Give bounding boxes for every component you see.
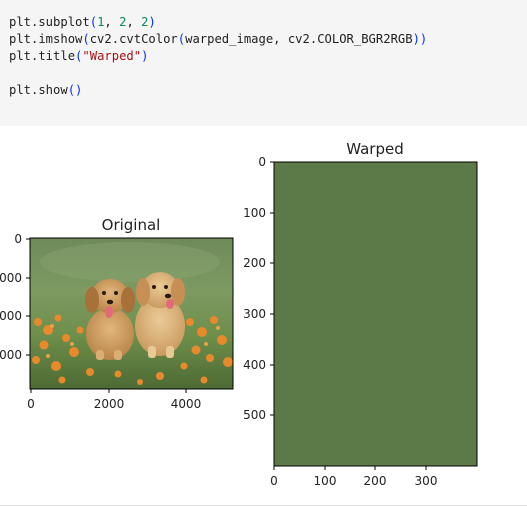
code-line: plt.title("Warped")	[9, 48, 148, 64]
code-token: "Warped"	[82, 49, 142, 63]
subplot-warped: Warped 0 100 200 300 400 500 0 100 200 3…	[243, 140, 478, 488]
code-token: plt.show	[9, 83, 68, 97]
y-tick-label: 200	[243, 256, 266, 270]
code-token: plt.title	[9, 49, 76, 63]
y-tick-label: 000	[0, 271, 22, 285]
code-token: ,	[104, 15, 120, 29]
code-line: plt.imshow(cv2.cvtColor(warped_image, cv…	[9, 31, 427, 47]
figure-canvas: Original 0 000 000 000 0 2000 4000 Warpe…	[0, 140, 478, 488]
subplot-title: Original	[102, 216, 161, 234]
puppy-left	[85, 279, 135, 360]
y-tick-label: 300	[243, 307, 266, 321]
warped-image	[273, 161, 478, 467]
code-token: cv2.cvtColor	[89, 32, 178, 46]
y-tick-label: 000	[0, 309, 22, 323]
y-tick-label: 100	[243, 206, 266, 220]
code-cell[interactable]: plt.subplot(1, 2, 2) plt.imshow(cv2.cvtC…	[0, 0, 527, 126]
x-tick-label: 4000	[171, 397, 202, 411]
code-token: (	[82, 32, 90, 46]
x-tick-label: 0	[27, 397, 35, 411]
y-tick-label: 0	[14, 232, 22, 246]
x-tick-label: 2000	[94, 397, 125, 411]
subplot-title: Warped	[346, 140, 404, 158]
y-tick-label: 400	[243, 358, 266, 372]
x-tick-label: 0	[270, 474, 278, 488]
original-image	[30, 238, 233, 389]
code-token: (	[89, 15, 98, 29]
code-line: plt.subplot(1, 2, 2)	[9, 14, 156, 30]
x-tick-label: 300	[415, 474, 438, 488]
puppy-right	[135, 272, 185, 358]
code-token: ))	[412, 32, 428, 46]
y-tick-label: 500	[243, 408, 266, 422]
code-token: ,	[126, 15, 142, 29]
cell-divider	[0, 505, 527, 506]
subplot-original: Original 0 000 000 000 0 2000 4000	[0, 216, 234, 411]
y-tick-label: 0	[258, 155, 266, 169]
x-tick-label: 100	[314, 474, 337, 488]
cell-output: Original 0 000 000 000 0 2000 4000 Warpe…	[0, 126, 527, 507]
code-token: warped_image, cv2.COLOR_BGR2RGB	[185, 32, 413, 46]
code-token: plt.imshow	[9, 32, 83, 46]
x-tick-label: 200	[364, 474, 387, 488]
code-token: ()	[67, 83, 83, 97]
y-tick-label: 000	[0, 348, 22, 362]
code-token: )	[141, 49, 149, 63]
code-line: plt.show()	[9, 82, 82, 98]
code-token: plt.subplot	[9, 15, 90, 29]
code-token: )	[148, 15, 156, 29]
